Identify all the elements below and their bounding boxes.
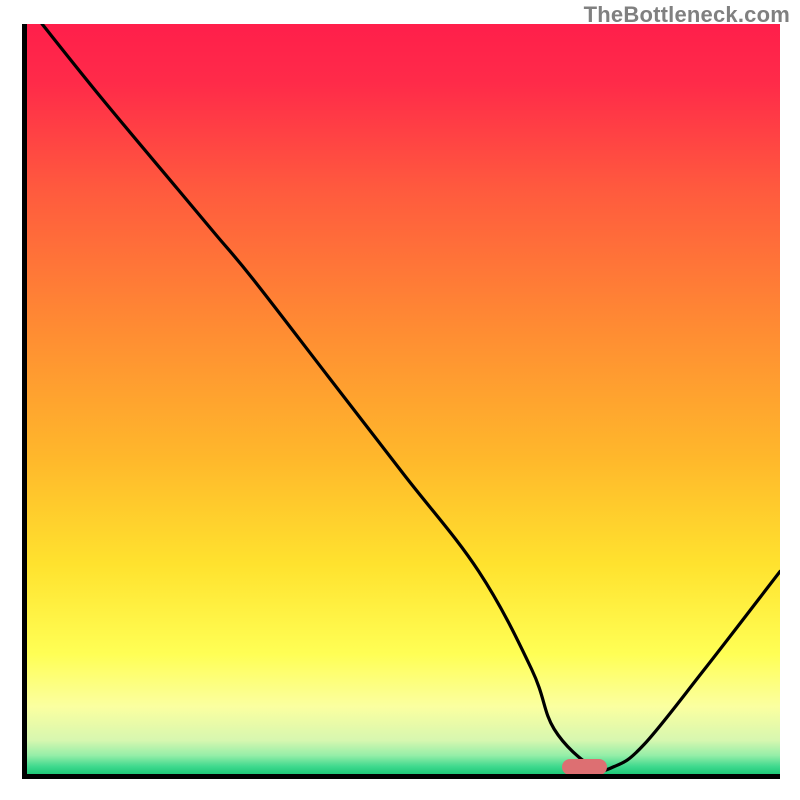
watermark-text: TheBottleneck.com xyxy=(584,2,790,28)
optimal-range-marker xyxy=(562,759,607,775)
x-axis xyxy=(22,774,780,779)
chart-container: TheBottleneck.com xyxy=(0,0,800,800)
plot-area xyxy=(27,24,780,774)
y-axis xyxy=(22,24,27,776)
bottleneck-curve xyxy=(27,24,780,774)
